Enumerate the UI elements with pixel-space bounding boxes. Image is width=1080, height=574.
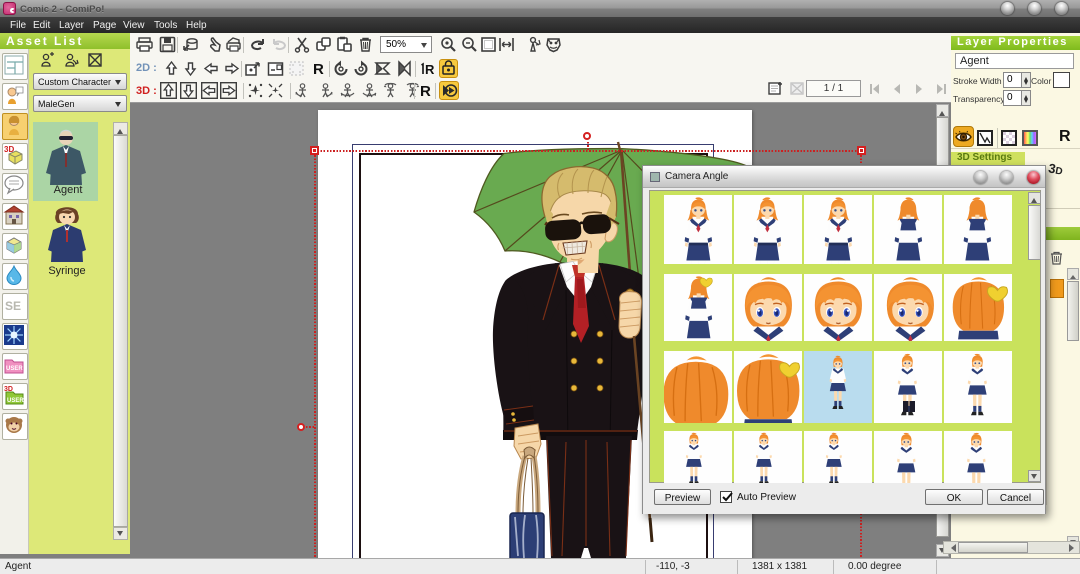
svg-text:USER: USER (7, 398, 24, 404)
svg-text:R: R (420, 83, 431, 99)
svg-text:R: R (313, 61, 324, 77)
svg-text:USER: USER (6, 366, 23, 372)
svg-text:SE: SE (5, 299, 21, 313)
svg-text:R: R (425, 62, 435, 77)
